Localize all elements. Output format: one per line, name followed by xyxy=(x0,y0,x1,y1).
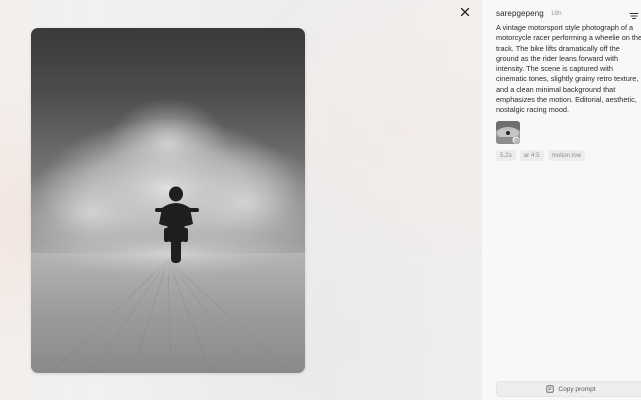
duration-chip: 5.2s xyxy=(496,150,516,161)
close-button[interactable] xyxy=(456,3,474,21)
prompt-line: A vintage motorsport style photograph of… xyxy=(496,23,634,32)
prompt-line: ground as the rider leans forward with xyxy=(496,53,619,63)
thumbnail-badge xyxy=(512,136,520,144)
prompt-line: and a clean minimal background that xyxy=(496,84,616,94)
author-row: sarepgepeng 18h xyxy=(496,7,641,19)
copy-icon xyxy=(546,385,554,393)
prompt-line: intensity. The scene is captured with xyxy=(496,64,613,74)
filter-lines-icon xyxy=(629,13,639,19)
prompt-line: motorcycle racer performing a wheelie on… xyxy=(496,33,641,43)
generated-image xyxy=(31,28,305,373)
prompt-line: nostalgic racing mood. xyxy=(496,105,570,115)
copy-prompt-label: Copy prompt xyxy=(558,385,596,393)
aspect-ratio-chip: ar 4:5 xyxy=(519,150,544,161)
prompt-line: cinematic tones, slightly grainy retro t… xyxy=(496,74,639,84)
prompt-text: A vintage motorsport style photograph of… xyxy=(496,23,641,116)
filter-button[interactable] xyxy=(629,8,639,19)
post-time: 18h xyxy=(550,9,562,17)
prompt-line: track. The bike lifts dramatically off t… xyxy=(496,43,620,53)
parameter-chips: 5.2s ar 4:5 motion low xyxy=(496,150,586,161)
author-username[interactable]: sarepgepeng xyxy=(496,9,544,18)
close-icon xyxy=(460,7,470,17)
video-badge-icon xyxy=(514,138,518,142)
prompt-line: emphasizes the motion. Editorial, aesthe… xyxy=(496,95,637,105)
details-panel: sarepgepeng 18h A vintage motorsport sty… xyxy=(481,0,641,400)
motion-chip: motion low xyxy=(547,150,586,161)
copy-prompt-button[interactable]: Copy prompt xyxy=(496,381,641,397)
